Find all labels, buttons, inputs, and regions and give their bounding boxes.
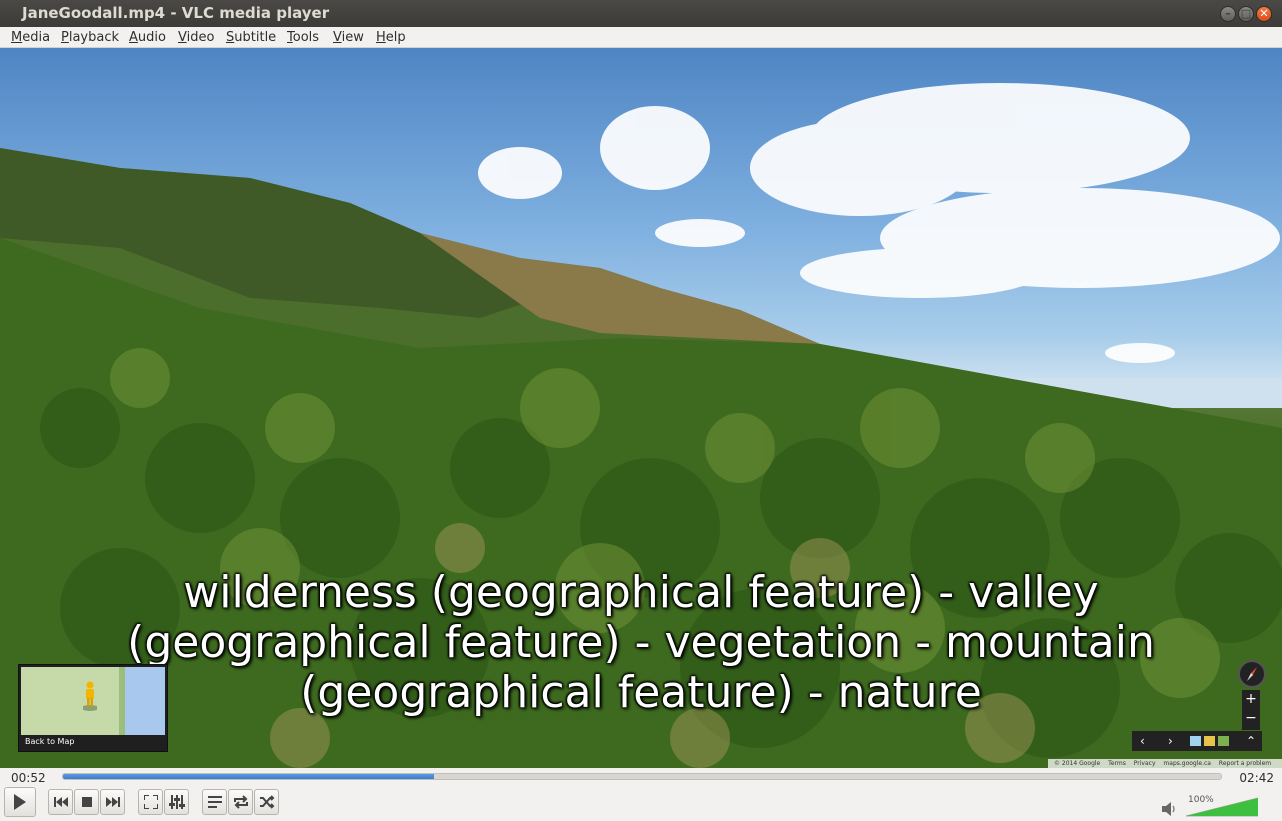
fullscreen-button[interactable] xyxy=(138,789,163,815)
volume-level xyxy=(1186,798,1258,816)
compass-icon xyxy=(1238,660,1266,688)
zoom-in-icon: + xyxy=(1245,691,1257,707)
menu-media[interactable]: Media xyxy=(11,27,50,48)
close-button[interactable]: ✕ xyxy=(1256,6,1272,22)
previous-icon xyxy=(53,797,68,807)
menu-audio[interactable]: Audio xyxy=(129,27,166,48)
previous-button[interactable] xyxy=(48,789,73,815)
extended-settings-button[interactable] xyxy=(164,789,189,815)
zoom-control: + − xyxy=(1242,690,1260,730)
menu-playback[interactable]: Playback xyxy=(61,27,119,48)
play-icon xyxy=(14,794,26,810)
playlist-icon xyxy=(207,796,222,808)
minimap-area xyxy=(21,667,165,735)
thumbnail-icon xyxy=(1218,736,1229,746)
menu-help[interactable]: Help xyxy=(376,27,406,48)
chevron-left-icon: ‹ xyxy=(1140,734,1145,748)
attribution-text: Privacy xyxy=(1133,760,1156,767)
chevron-up-icon: ⌃ xyxy=(1246,734,1257,748)
pegman-icon xyxy=(83,681,97,711)
volume-slider[interactable] xyxy=(1186,795,1258,817)
map-attribution: © 2014 Google Terms Privacy maps.google.… xyxy=(1048,759,1282,768)
shuffle-icon xyxy=(259,795,274,809)
thumbnail-icon xyxy=(1204,736,1215,746)
control-bar xyxy=(0,786,1282,821)
attribution-text: maps.google.ca xyxy=(1163,760,1211,767)
menu-tools[interactable]: Tools xyxy=(287,27,319,48)
playlist-button[interactable] xyxy=(202,789,227,815)
streetview-nav: ‹ › ⌃ xyxy=(1132,731,1262,751)
attribution-text: Terms xyxy=(1108,760,1126,767)
loop-icon xyxy=(233,795,248,809)
title-bar: JaneGoodall.mp4 - VLC media player – □ ✕ xyxy=(0,0,1282,27)
zoom-out-icon: − xyxy=(1245,710,1257,726)
total-time[interactable]: 02:42 xyxy=(1239,769,1274,787)
menu-view[interactable]: View xyxy=(333,27,364,48)
extended-settings-icon xyxy=(168,795,185,809)
seek-progress xyxy=(63,774,434,779)
next-icon xyxy=(105,797,120,807)
seek-slider[interactable] xyxy=(62,773,1222,780)
chevron-right-icon: › xyxy=(1168,734,1173,748)
speaker-icon[interactable] xyxy=(1162,802,1178,816)
loop-button[interactable] xyxy=(228,789,253,815)
shuffle-button[interactable] xyxy=(254,789,279,815)
subtitle-overlay: wilderness (geographical feature) - vall… xyxy=(0,568,1282,718)
seek-row: 00:52 02:42 xyxy=(0,768,1282,786)
play-button[interactable] xyxy=(4,787,36,817)
stop-icon xyxy=(81,797,92,807)
back-to-map-label: Back to Map xyxy=(25,737,75,746)
elapsed-time[interactable]: 00:52 xyxy=(11,769,46,787)
menu-subtitle[interactable]: Subtitle xyxy=(226,27,276,48)
maximize-button[interactable]: □ xyxy=(1238,6,1254,22)
subtitle-line: (geographical feature) - vegetation - mo… xyxy=(127,617,1155,668)
attribution-text: Report a problem xyxy=(1218,760,1272,767)
subtitle-line: (geographical feature) - nature xyxy=(300,667,982,718)
embedded-minimap: Back to Map xyxy=(18,664,168,752)
next-button[interactable] xyxy=(100,789,125,815)
minimize-button[interactable]: – xyxy=(1220,6,1236,22)
menu-bar: Media Playback Audio Video Subtitle Tool… xyxy=(0,27,1282,48)
window-title: JaneGoodall.mp4 - VLC media player xyxy=(22,4,330,22)
thumbnail-icon xyxy=(1190,736,1201,746)
video-output[interactable]: wilderness (geographical feature) - vall… xyxy=(0,48,1282,768)
menu-video[interactable]: Video xyxy=(178,27,214,48)
attribution-text: © 2014 Google xyxy=(1054,760,1101,767)
fullscreen-icon xyxy=(143,795,158,809)
subtitle-line: wilderness (geographical feature) - vall… xyxy=(183,567,1099,618)
stop-button[interactable] xyxy=(74,789,99,815)
